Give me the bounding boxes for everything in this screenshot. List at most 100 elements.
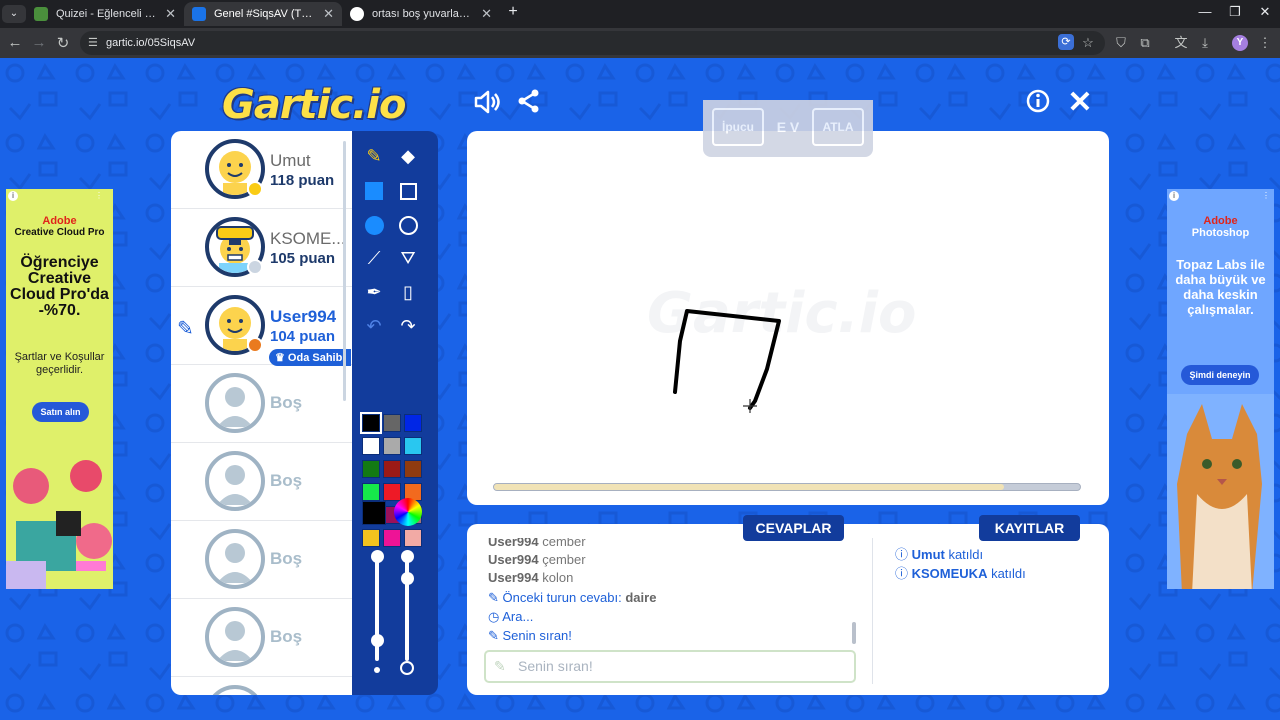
ad-close-icon[interactable]: ⋮ bbox=[1261, 191, 1271, 201]
back-icon[interactable]: ← bbox=[5, 34, 25, 51]
ad-choices-icon[interactable]: i bbox=[1169, 191, 1179, 201]
ad-choices-icon[interactable]: i bbox=[8, 191, 18, 201]
color-swatch[interactable] bbox=[404, 414, 422, 432]
color-swatch[interactable] bbox=[404, 529, 422, 547]
close-tab-icon[interactable]: ✕ bbox=[323, 6, 334, 22]
fill-bucket-tool-icon[interactable]: ⛛ bbox=[393, 243, 423, 273]
menu-icon[interactable]: ⋮ bbox=[1257, 35, 1273, 51]
address-bar[interactable]: ☰ gartic.io/05SiqsAV bbox=[80, 31, 1105, 55]
browser-tab-gartic[interactable]: Genel #SiqsAV (Türkçe) - Gartic ✕ bbox=[184, 2, 342, 26]
color-picker-wheel-icon[interactable] bbox=[394, 498, 422, 526]
chat-placeholder: Senin sıran! bbox=[518, 658, 593, 674]
ad-cat-image bbox=[1167, 394, 1274, 589]
ad-headline: Öğrenciye Creative Cloud Pro'da -%70. bbox=[10, 254, 109, 319]
players-scrollbar[interactable] bbox=[343, 141, 346, 401]
eraser-tool-icon[interactable]: ◆ bbox=[393, 141, 423, 171]
close-window-button[interactable]: ✕ bbox=[1250, 4, 1280, 20]
ad-left[interactable]: i ⋮ Adobe Creative Cloud Pro Öğrenciye C… bbox=[6, 189, 113, 589]
close-tab-icon[interactable]: ✕ bbox=[165, 6, 176, 22]
drawing-canvas[interactable]: Gartic.io bbox=[467, 131, 1109, 505]
drawing-toolbar: ✎ ◆ ⟋ ⛛ ✒ ▯ ↶ ↷ bbox=[352, 131, 438, 695]
share-icon[interactable] bbox=[514, 88, 544, 118]
chat-message: User994 cember bbox=[488, 534, 586, 549]
message-user: User994 bbox=[488, 534, 539, 549]
tab-search-button[interactable]: ⌄ bbox=[2, 5, 26, 23]
opacity-slider[interactable] bbox=[405, 551, 409, 661]
chat-message: User994 çember bbox=[488, 552, 586, 567]
color-swatch[interactable] bbox=[383, 460, 401, 478]
skip-button[interactable]: ATLA bbox=[812, 108, 864, 146]
reload-icon[interactable]: ↻ bbox=[53, 34, 73, 52]
shield-icon[interactable]: ⛉ bbox=[1113, 35, 1129, 51]
pencil-tool-icon[interactable]: ✎ bbox=[359, 141, 389, 171]
minimize-button[interactable]: — bbox=[1190, 4, 1220, 19]
new-page-tool-icon[interactable]: ▯ bbox=[393, 277, 423, 307]
browser-tab-quizei[interactable]: Quizei - Eğlenceli ve etkileşimli ✕ bbox=[26, 2, 184, 26]
ad-right[interactable]: i ⋮ Adobe Photoshop Topaz Labs ile daha … bbox=[1167, 189, 1274, 589]
color-swatch[interactable] bbox=[383, 437, 401, 455]
color-swatch[interactable] bbox=[362, 437, 380, 455]
opacity-slider-knob[interactable] bbox=[401, 572, 414, 585]
player-points: 104 puan bbox=[270, 328, 336, 345]
small-size-dot bbox=[374, 667, 380, 673]
translate-page-icon[interactable]: ⟳ bbox=[1058, 34, 1074, 50]
player-row-me[interactable]: ✎ User994 104 puan ♛ Oda Sahibi bbox=[171, 287, 352, 366]
color-swatch[interactable] bbox=[362, 483, 380, 501]
empty-slot-label: Boş bbox=[270, 549, 303, 568]
maximize-button[interactable]: ❐ bbox=[1220, 4, 1250, 20]
message-text: cember bbox=[542, 534, 586, 549]
empty-avatar-icon bbox=[205, 451, 265, 511]
circle-tool-icon[interactable] bbox=[393, 209, 423, 239]
gartic-page: Gartic.io ✕ Umut 118 puan KSOME... 105 p… bbox=[0, 58, 1280, 720]
download-icon[interactable]: ⤓ bbox=[1197, 35, 1213, 51]
forward-icon[interactable]: → bbox=[29, 34, 49, 51]
ad-cta-button[interactable]: Satın alın bbox=[32, 402, 89, 422]
color-swatch[interactable] bbox=[362, 460, 380, 478]
crown-icon: ♛ bbox=[275, 352, 288, 364]
status-dot bbox=[247, 337, 263, 353]
extensions-icon[interactable]: ⧉ bbox=[1137, 35, 1153, 51]
filled-rect-tool-icon[interactable] bbox=[359, 175, 389, 205]
color-swatch[interactable] bbox=[360, 412, 382, 434]
sound-icon[interactable] bbox=[471, 88, 501, 118]
undo-tool-icon[interactable]: ↶ bbox=[359, 311, 389, 341]
chat-scrollbar[interactable] bbox=[852, 622, 856, 644]
bookmark-star-icon[interactable]: ☆ bbox=[1080, 35, 1096, 51]
translate-icon[interactable]: 文 bbox=[1173, 35, 1189, 51]
tab-answers[interactable]: CEVAPLAR bbox=[743, 515, 844, 541]
close-tab-icon[interactable]: ✕ bbox=[481, 6, 492, 22]
message-user: User994 bbox=[488, 570, 539, 585]
eyedropper-tool-icon[interactable]: ✒ bbox=[359, 277, 389, 307]
color-swatch[interactable] bbox=[383, 483, 401, 501]
color-swatch[interactable] bbox=[404, 460, 422, 478]
chat-divider bbox=[872, 538, 873, 684]
tab-logs[interactable]: KAYITLAR bbox=[979, 515, 1080, 541]
rect-tool-icon[interactable] bbox=[393, 175, 423, 205]
close-icon[interactable]: ✕ bbox=[1065, 88, 1095, 118]
size-slider-knob[interactable] bbox=[371, 634, 384, 647]
current-color-swatch[interactable] bbox=[362, 501, 386, 525]
color-swatch[interactable] bbox=[404, 437, 422, 455]
player-row[interactable]: Umut 118 puan bbox=[171, 131, 352, 209]
chat-message: User994 kolon bbox=[488, 570, 573, 585]
filled-circle-tool-icon[interactable] bbox=[359, 209, 389, 239]
hint-button[interactable]: İpucu bbox=[712, 108, 764, 146]
info-icon[interactable] bbox=[1023, 88, 1053, 118]
new-tab-button[interactable]: + bbox=[498, 3, 528, 21]
site-info-icon[interactable]: ☰ bbox=[88, 31, 98, 55]
color-swatch[interactable] bbox=[362, 529, 380, 547]
ad-close-icon[interactable]: ⋮ bbox=[94, 191, 104, 201]
drawing-pencil-icon: ✎ bbox=[177, 318, 194, 340]
ad-headline: Topaz Labs ile daha büyük ve daha keskin… bbox=[1175, 257, 1266, 317]
ad-brand: Adobe bbox=[42, 215, 77, 227]
player-row[interactable]: KSOME... 105 puan bbox=[171, 209, 352, 287]
browser-tab-google[interactable]: ortası boş yuvarlak ismi - Google ✕ bbox=[342, 2, 500, 26]
line-tool-icon[interactable]: ⟋ bbox=[359, 243, 389, 273]
drawing-strokes bbox=[673, 309, 781, 413]
color-swatch[interactable] bbox=[383, 529, 401, 547]
profile-avatar[interactable]: Y bbox=[1232, 35, 1248, 51]
chat-input[interactable]: ✎ Senin sıran! bbox=[484, 650, 856, 683]
redo-tool-icon[interactable]: ↷ bbox=[393, 311, 423, 341]
ad-cta-button[interactable]: Şimdi deneyin bbox=[1181, 365, 1259, 385]
color-swatch[interactable] bbox=[383, 414, 401, 432]
